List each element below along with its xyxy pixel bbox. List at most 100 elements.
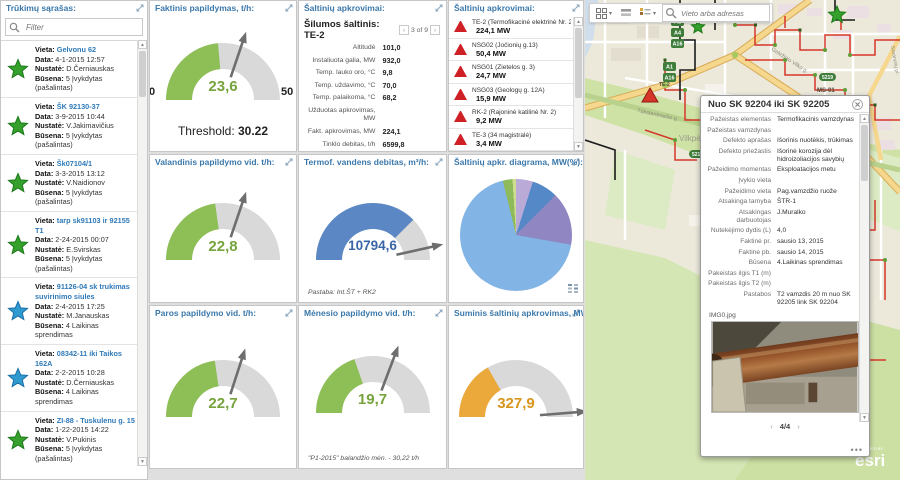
break-item-text: Vieta: 91126-04 sk trukimas suvirinimo s… xyxy=(35,282,130,340)
suminis-gauge-arc xyxy=(459,360,583,418)
paros-gauge: 22,7 xyxy=(150,339,296,451)
attachment-filename: IMG0.jpg xyxy=(709,311,736,319)
next-attachment-icon[interactable]: › xyxy=(797,422,800,431)
warning-triangle-icon xyxy=(454,66,467,77)
sidebar-scrollbar[interactable]: ▲ ▼ xyxy=(137,40,147,466)
detail-row: Temp. palaikoma, °C 68,2 xyxy=(312,93,397,103)
expand-icon[interactable] xyxy=(435,309,443,319)
basemap-gallery-button[interactable]: ▾ xyxy=(592,4,616,22)
panel-title: Šaltinių apkrovimai: xyxy=(454,3,535,13)
paros-gauge-panel: Paros papildymo vid. t/h: 22,7 xyxy=(149,305,297,469)
scroll-thumb[interactable] xyxy=(139,51,146,97)
source-overview-panel: Šaltinių apkrovimai: Šilumos šaltinis: T… xyxy=(298,0,447,152)
source-load-item[interactable]: RK-2 (Rajoninė katilinė Nr. 2) 9,2 MW xyxy=(449,106,583,129)
popup-attribute-row: Būsena 4.Laikinas sprendimas xyxy=(748,259,843,267)
termof-gauge: 10794,6 xyxy=(299,182,446,294)
source-load-item[interactable]: TE-3 (34 magistralė) 3,4 MW xyxy=(449,129,583,151)
faktinis-gauge-value: 23,6 xyxy=(208,78,238,95)
expand-icon[interactable] xyxy=(435,158,443,168)
popup-attribute-row: Defekto priežastis Išorinė korozija dėl h… xyxy=(718,147,845,163)
popup-attribute-row: Pakeistas ilgis T2 (m) xyxy=(708,280,771,288)
load-list-scrollbar[interactable]: ▲ ▼ xyxy=(573,17,583,151)
source-load-item[interactable]: NŠG03 (Geologų g. 12A) 15,9 MW xyxy=(449,84,583,106)
map[interactable]: A1 A4 A16 A1 A16 5219 5219 5219 Vilkpėdė… xyxy=(585,0,900,480)
green-star-icon xyxy=(1,172,35,194)
green-star-icon xyxy=(1,58,35,80)
scroll-down-icon[interactable]: ▼ xyxy=(860,413,869,422)
scroll-thumb[interactable] xyxy=(575,28,582,98)
scroll-down-icon[interactable]: ▼ xyxy=(574,142,583,151)
filter-input[interactable] xyxy=(24,20,142,34)
search-icon xyxy=(666,7,677,19)
detail-row: Temp. lauko oro, °C 9,8 xyxy=(315,68,393,78)
scroll-up-icon[interactable]: ▲ xyxy=(860,114,869,123)
detail-row: Altitudė 101,0 xyxy=(352,43,401,52)
break-list-item[interactable]: Vieta: ZI-88 - Tuskulenu g. 15 Data: 1-22… xyxy=(1,412,147,466)
source-load-list[interactable]: TE-2 (Termofikacinė elektrinė Nr. 2) 224,… xyxy=(449,16,583,151)
chart-options-icon[interactable] xyxy=(568,280,578,298)
source-load-item[interactable]: NŠG01 (Zietelos g. 3) 24,7 MW xyxy=(449,61,583,84)
bookmarks-button[interactable] xyxy=(616,4,636,22)
prev-source-button[interactable]: ‹ xyxy=(398,25,409,35)
suminis-gauge-panel: Suminis šaltinių apkrovimas, MW: 327,9 xyxy=(448,305,584,469)
faktinis-gauge-arc xyxy=(166,31,280,101)
expand-icon[interactable] xyxy=(285,309,293,319)
attachment-photo[interactable] xyxy=(711,320,859,413)
panel-title: Paros papildymo vid. t/h: xyxy=(155,308,257,318)
expand-icon[interactable] xyxy=(285,4,293,14)
source-load-item[interactable]: NŠG02 (Jočionių g.13) 50,4 MW xyxy=(449,39,583,61)
break-list-item[interactable]: Vieta: ŠK 92130-37 Data: 3-9-2015 10:44 Nu… xyxy=(1,98,147,155)
warning-triangle-icon xyxy=(454,21,467,32)
termof-gauge-arc xyxy=(315,203,443,261)
popup-attribute-row: Pažeistas elementas Termofikacinis vamzdy… xyxy=(710,116,854,123)
layers-icon xyxy=(621,9,632,16)
break-list[interactable]: Vieta: Gelvonu 62 Data: 4-1-2015 12:57 Nus… xyxy=(1,40,147,466)
map-search-input[interactable] xyxy=(679,7,766,19)
expand-icon[interactable] xyxy=(285,158,293,168)
paros-gauge-value: 22,7 xyxy=(208,395,238,412)
valandinis-gauge: 22,8 xyxy=(150,182,296,294)
scroll-up-icon[interactable]: ▲ xyxy=(138,40,147,49)
popup-scrollbar[interactable]: ▲ ▼ xyxy=(859,114,869,422)
prev-attachment-icon[interactable]: ‹ xyxy=(770,422,773,431)
popup-attribute-row: Nutekėjimo dydis (L) 4,0 xyxy=(710,227,787,235)
expand-icon[interactable] xyxy=(435,4,443,14)
svg-text:A1: A1 xyxy=(666,65,673,71)
dashboard-app: Trūkimų sąrašas: Vieta: Gelvonu 62Data: … xyxy=(0,0,900,480)
source-load-pie-chart[interactable] xyxy=(460,179,572,291)
scroll-down-icon[interactable]: ▼ xyxy=(138,457,147,466)
break-list-panel: Trūkimų sąrašas: Vieta: Gelvonu 62Data: … xyxy=(0,0,148,480)
expand-icon[interactable] xyxy=(572,4,580,14)
source-subtitle: Šilumos šaltinis: TE-2 xyxy=(304,19,380,41)
legend-button[interactable]: ▾ xyxy=(636,4,660,22)
break-item-text: Vieta: tarp sk91103 ir 92155 T1 Data: 2-2… xyxy=(35,215,130,273)
feature-popup: × Nuo SK 92204 iki SK 92205 Pažeistas el… xyxy=(700,95,870,457)
filter-box xyxy=(5,18,143,36)
break-list-item[interactable]: Vieta: Šk07104/1 Data: 3-3-2015 13:12 Nust… xyxy=(1,155,147,212)
break-list-item[interactable]: Vieta: 08342-11 iki Taikos 162A Data: 2-2… xyxy=(1,345,147,412)
chevron-down-icon: ▾ xyxy=(653,10,657,17)
source-load-item[interactable]: TE-2 (Termofikacinė elektrinė Nr. 2) 224,… xyxy=(449,16,583,39)
suminis-gauge: 327,9 xyxy=(449,339,583,451)
panel-title: Suminis šaltinių apkrovimas, MW: xyxy=(454,308,584,318)
svg-text:TE-2: TE-2 xyxy=(659,82,670,88)
next-source-button[interactable]: › xyxy=(430,25,440,35)
sidebar-pagination[interactable] xyxy=(5,469,81,477)
menesio-gauge-value: 19,7 xyxy=(357,391,388,408)
panel-title: Šaltinių apkr. diagrama, MW(%): xyxy=(454,157,583,167)
source-detail-rows: Altitudė 101,0 Instaliuota galia, MW 932,0 T… xyxy=(299,43,446,151)
svg-text:MS-01: MS-01 xyxy=(817,88,835,94)
warning-triangle-icon xyxy=(454,43,467,55)
close-icon[interactable]: × xyxy=(852,99,863,111)
scroll-up-icon[interactable]: ▲ xyxy=(574,17,583,26)
chevron-down-icon: ▾ xyxy=(609,10,613,17)
panel-title: Faktinis papildymas, t/h: xyxy=(155,3,255,13)
popup-attribute-row: Pažeidimo momentas Eksploatacijos metu xyxy=(707,166,836,174)
break-list-item[interactable]: Vieta: tarp sk91103 ir 92155 T1 Data: 2-2… xyxy=(1,212,147,279)
popup-menu-icon[interactable]: ••• xyxy=(851,445,863,455)
break-list-item[interactable]: Vieta: 91126-04 sk trukimas suvirinimo s… xyxy=(1,278,147,346)
scroll-thumb[interactable] xyxy=(861,125,868,181)
popup-attribute-row: Pažeidimo vieta Pag.vamzdžio ruože xyxy=(724,187,837,195)
expand-icon[interactable] xyxy=(136,4,144,14)
break-list-item[interactable]: Vieta: Gelvonu 62 Data: 4-1-2015 12:57 Nus… xyxy=(1,41,147,98)
